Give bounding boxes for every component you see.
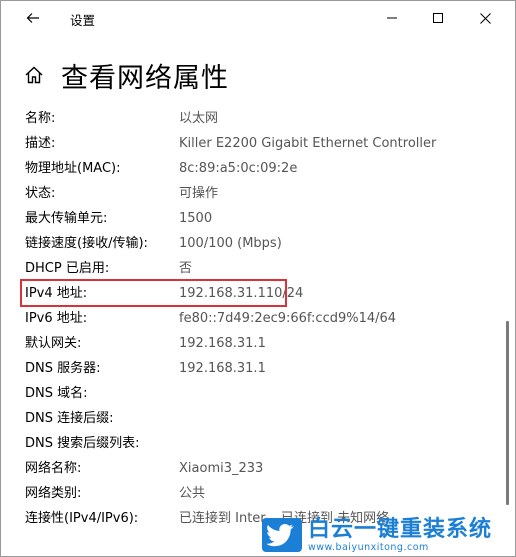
- minimize-icon: [387, 17, 397, 19]
- prop-label: 状态:: [25, 186, 56, 201]
- back-button[interactable]: [17, 7, 49, 29]
- prop-label: 最大传输单元:: [25, 211, 108, 226]
- prop-row-gateway: 默认网关: 192.168.31.1: [1, 331, 515, 356]
- prop-label: 名称:: [25, 111, 56, 126]
- watermark: 白云一键重装系统 www.baiyunxitong.com: [262, 515, 512, 555]
- page-header: 查看网络属性: [23, 55, 229, 95]
- prop-label: 网络类别:: [25, 486, 82, 501]
- prop-row-mac: 物理地址(MAC): 8c:89:a5:0c:09:2e: [1, 156, 515, 181]
- settings-window: 设置 查看网络属性 名称: 以太网 描述: Killer E2200 Gigab…: [0, 0, 516, 557]
- prop-value: 8c:89:a5:0c:09:2e: [179, 161, 298, 176]
- page-title: 查看网络属性: [61, 62, 229, 94]
- prop-value: 可操作: [179, 186, 219, 201]
- scrollbar[interactable]: [506, 321, 509, 505]
- prop-label: DHCP 已启用:: [25, 261, 110, 276]
- prop-label: 连接性(IPv4/IPv6):: [25, 511, 139, 526]
- prop-row-dhcp: DHCP 已启用: 否: [1, 256, 515, 281]
- prop-label: 链接速度(接收/传输):: [25, 236, 148, 251]
- watermark-brand: 白云一键重装系统: [308, 516, 493, 542]
- minimize-button[interactable]: [369, 5, 415, 31]
- prop-value: fe80::7d49:2ec9:66f:ccd9%14/64: [179, 311, 397, 326]
- maximize-button[interactable]: [415, 5, 461, 31]
- prop-label: 网络名称:: [25, 461, 82, 476]
- bird-logo-icon: [262, 518, 302, 552]
- prop-label: 默认网关:: [25, 336, 82, 351]
- prop-row-description: 描述: Killer E2200 Gigabit Ethernet Contro…: [1, 131, 515, 156]
- back-arrow-icon: [26, 13, 39, 23]
- prop-row-dns-server: DNS 服务器: 192.168.31.1: [1, 356, 515, 381]
- prop-label: DNS 连接后缀:: [25, 411, 114, 426]
- home-icon[interactable]: [23, 64, 45, 86]
- prop-row-name: 名称: 以太网: [1, 106, 515, 131]
- prop-label: DNS 域名:: [25, 386, 88, 401]
- prop-row-status: 状态: 可操作: [1, 181, 515, 206]
- prop-value: 100/100 (Mbps): [179, 236, 282, 251]
- watermark-text: 白云一键重装系统 www.baiyunxitong.com: [308, 516, 493, 553]
- ipv4-highlight-box: [20, 279, 287, 307]
- prop-value: 以太网: [179, 111, 219, 126]
- prop-row-dns-search-list: DNS 搜索后缀列表:: [1, 431, 515, 456]
- prop-value: Xiaomi3_233: [179, 461, 264, 476]
- prop-row-network-name: 网络名称: Xiaomi3_233: [1, 456, 515, 481]
- prop-row-ipv6: IPv6 地址: fe80::7d49:2ec9:66f:ccd9%14/64: [1, 306, 515, 331]
- close-button[interactable]: [462, 5, 508, 31]
- prop-value: Killer E2200 Gigabit Ethernet Controller: [179, 136, 437, 151]
- prop-value: 192.168.31.1: [179, 361, 266, 376]
- title-bar: 设置: [1, 1, 515, 35]
- prop-row-dns-suffix: DNS 连接后缀:: [1, 406, 515, 431]
- maximize-icon: [433, 13, 443, 23]
- prop-label: 描述:: [25, 136, 56, 151]
- prop-label: 物理地址(MAC):: [25, 161, 121, 176]
- close-icon: [479, 12, 491, 24]
- prop-value: 公共: [179, 486, 206, 501]
- prop-label: IPv6 地址:: [25, 311, 88, 326]
- prop-value: 1500: [179, 211, 213, 226]
- prop-row-dns-domain: DNS 域名:: [1, 381, 515, 406]
- prop-value: 否: [179, 261, 193, 276]
- prop-row-network-category: 网络类别: 公共: [1, 481, 515, 506]
- prop-value: 192.168.31.1: [179, 336, 266, 351]
- watermark-url: www.baiyunxitong.com: [308, 541, 429, 553]
- prop-row-link-speed: 链接速度(接收/传输): 100/100 (Mbps): [1, 231, 515, 256]
- app-title: 设置: [70, 13, 96, 28]
- prop-label: DNS 服务器:: [25, 361, 101, 376]
- prop-row-mtu: 最大传输单元: 1500: [1, 206, 515, 231]
- prop-label: DNS 搜索后缀列表:: [25, 436, 140, 451]
